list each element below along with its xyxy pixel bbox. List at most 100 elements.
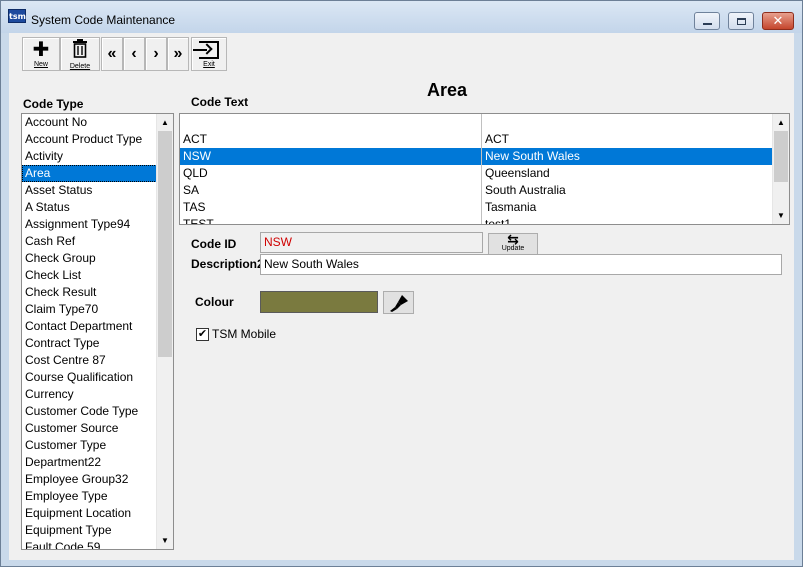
code-type-item[interactable]: Asset Status: [22, 182, 173, 199]
code-type-item[interactable]: Equipment Location: [22, 505, 173, 522]
chevron-left-icon: ‹: [131, 45, 137, 62]
code-type-item[interactable]: Account No: [22, 114, 173, 131]
trash-icon: [71, 38, 89, 62]
table-row[interactable]: QLD Queensland: [180, 165, 789, 182]
code-text-rows: ACT ACT NSW New South Wales QLD Queensland SA S…: [180, 114, 789, 225]
description-cell: ACT: [485, 132, 509, 146]
code-type-item[interactable]: Fault Code 59: [22, 539, 173, 549]
refresh-icon: ⇆: [507, 231, 519, 247]
delete-label: Delete: [69, 63, 91, 70]
last-record-button[interactable]: »: [167, 37, 189, 71]
description-cell: Tasmania: [485, 200, 537, 214]
window-title: System Code Maintenance: [31, 13, 176, 27]
scroll-up-icon[interactable]: ▲: [773, 114, 789, 131]
description-cell: South Australia: [485, 183, 566, 197]
scroll-down-icon[interactable]: ▼: [773, 207, 789, 224]
code-type-item[interactable]: Check Result: [22, 284, 173, 301]
exit-icon: [193, 41, 219, 59]
paint-brush-icon: [389, 294, 408, 312]
new-button[interactable]: ✚ New: [22, 37, 60, 71]
scroll-down-icon[interactable]: ▼: [157, 532, 173, 549]
plus-icon: ✚: [32, 37, 50, 61]
minimize-button[interactable]: [694, 12, 720, 30]
description-cell: test1: [485, 217, 512, 225]
chevron-right-icon: ›: [153, 45, 159, 62]
description-cell: New South Wales: [485, 149, 580, 163]
app-window: tsm System Code Maintenance ✕ ✚ New Dele…: [0, 0, 803, 567]
update-button[interactable]: ⇆ Update: [488, 231, 538, 255]
code-type-item[interactable]: Contract Type: [22, 335, 173, 352]
table-row[interactable]: SA South Australia: [180, 182, 789, 199]
code-type-item[interactable]: Course Qualification: [22, 369, 173, 386]
code-type-item[interactable]: Area: [22, 165, 173, 182]
code-type-item[interactable]: Activity: [22, 148, 173, 165]
section-heading: Area: [427, 80, 468, 100]
scroll-thumb[interactable]: [774, 131, 788, 182]
colour-label: Colour: [195, 295, 234, 309]
description-field[interactable]: New South Wales: [260, 254, 782, 275]
table-row[interactable]: TEST test1: [180, 216, 789, 225]
table-row[interactable]: TAS Tasmania: [180, 199, 789, 216]
code-type-item[interactable]: Cost Centre 87: [22, 352, 173, 369]
code-id-field[interactable]: NSW: [260, 232, 483, 253]
code-cell: [180, 114, 482, 131]
minimize-icon: [702, 23, 712, 25]
tsm-mobile-label: TSM Mobile: [212, 327, 277, 341]
code-type-item[interactable]: A Status: [22, 199, 173, 216]
code-type-item[interactable]: Employee Group32: [22, 471, 173, 488]
code-cell: QLD: [180, 165, 482, 182]
exit-label: Exit: [203, 61, 215, 68]
tsm-mobile-checkbox[interactable]: ✔: [196, 328, 209, 341]
title-bar: tsm System Code Maintenance ✕: [1, 1, 802, 33]
code-type-item[interactable]: Check Group: [22, 250, 173, 267]
colour-swatch[interactable]: [260, 291, 378, 313]
code-cell: TAS: [180, 199, 482, 216]
table-row[interactable]: [180, 114, 789, 131]
code-type-item[interactable]: Customer Source: [22, 420, 173, 437]
maximize-icon: [736, 17, 746, 25]
code-type-item[interactable]: Cash Ref: [22, 233, 173, 250]
code-type-item[interactable]: Assignment Type94: [22, 216, 173, 233]
code-id-label: Code ID: [191, 237, 237, 251]
code-type-item[interactable]: Equipment Type: [22, 522, 173, 539]
scroll-up-icon[interactable]: ▲: [157, 114, 173, 131]
table-row[interactable]: ACT ACT: [180, 131, 789, 148]
code-type-item[interactable]: Employee Type: [22, 488, 173, 505]
new-label: New: [33, 61, 48, 68]
close-button[interactable]: ✕: [762, 12, 794, 30]
client-area: ✚ New Delete « ‹ › » Exit Code Type Code…: [9, 33, 794, 560]
maximize-button[interactable]: [728, 12, 754, 30]
code-type-item[interactable]: Currency: [22, 386, 173, 403]
code-type-list[interactable]: Account No Account Product Type Activity Ar…: [21, 113, 174, 550]
code-type-item[interactable]: Account Product Type: [22, 131, 173, 148]
code-text-grid[interactable]: ACT ACT NSW New South Wales QLD Queensland SA S…: [179, 113, 790, 225]
scroll-thumb[interactable]: [158, 131, 172, 357]
code-type-item[interactable]: Customer Type: [22, 437, 173, 454]
code-cell: ACT: [180, 131, 482, 148]
double-chevron-left-icon: «: [107, 45, 117, 62]
first-record-button[interactable]: «: [101, 37, 123, 71]
next-record-button[interactable]: ›: [145, 37, 167, 71]
code-type-item[interactable]: Check List: [22, 267, 173, 284]
description-cell: [482, 114, 770, 131]
previous-record-button[interactable]: ‹: [123, 37, 145, 71]
description-label: Description2: [191, 257, 264, 271]
code-type-scrollbar[interactable]: ▲ ▼: [156, 114, 173, 549]
exit-button[interactable]: Exit: [191, 37, 227, 71]
code-cell: NSW: [180, 148, 482, 165]
code-cell: SA: [180, 182, 482, 199]
colour-picker-button[interactable]: [383, 291, 414, 314]
code-text-scrollbar[interactable]: ▲ ▼: [772, 114, 789, 224]
delete-button[interactable]: Delete: [60, 37, 100, 71]
update-label: Update: [501, 245, 525, 252]
code-text-label: Code Text: [191, 95, 249, 109]
code-type-item[interactable]: Customer Code Type: [22, 403, 173, 420]
table-row[interactable]: NSW New South Wales: [180, 148, 789, 165]
code-type-item[interactable]: Department22: [22, 454, 173, 471]
code-type-item[interactable]: Contact Department: [22, 318, 173, 335]
description-cell: Queensland: [485, 166, 550, 180]
code-cell: TEST: [180, 216, 482, 224]
double-chevron-right-icon: »: [173, 45, 183, 62]
code-type-items: Account No Account Product Type Activity Ar…: [22, 114, 173, 549]
code-type-item[interactable]: Claim Type70: [22, 301, 173, 318]
